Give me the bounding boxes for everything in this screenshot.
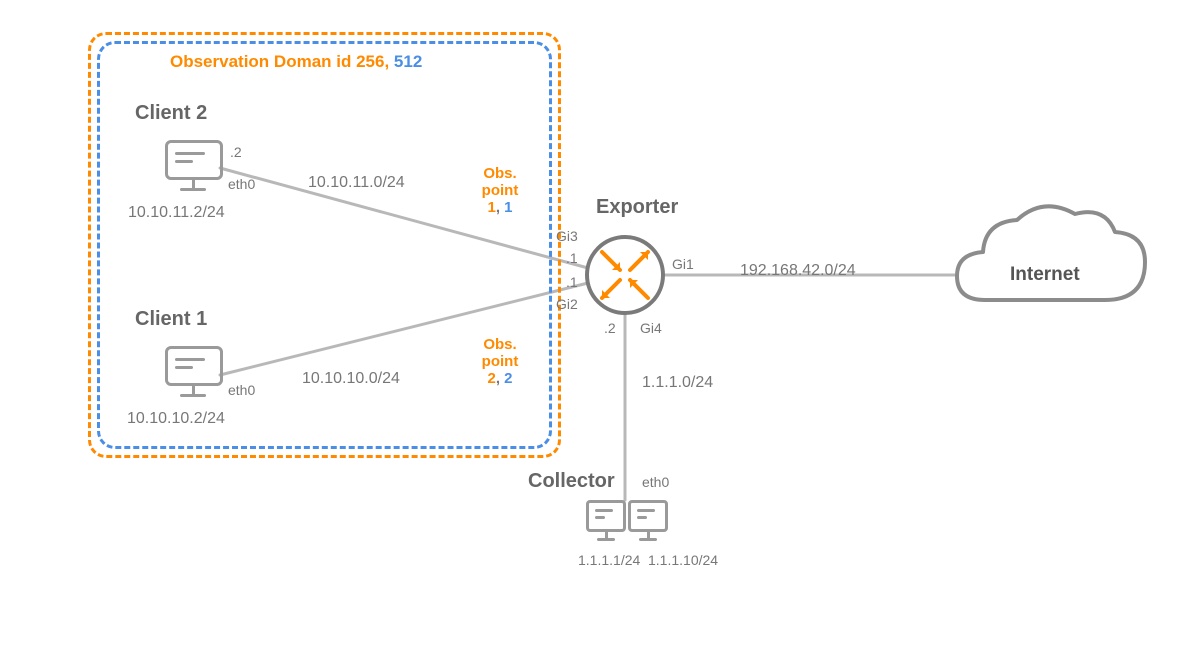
client1-iface: eth0 bbox=[228, 382, 255, 398]
obs2-l2: point bbox=[482, 353, 519, 370]
exporter-internet-subnet: 192.168.42.0/24 bbox=[740, 262, 856, 280]
collector-server-a-icon bbox=[586, 500, 626, 538]
client2-subnet: 10.10.11.0/24 bbox=[308, 174, 405, 192]
obs-point-2: Obs. point 2, 2 bbox=[470, 336, 530, 387]
client2-title: Client 2 bbox=[135, 102, 207, 125]
exporter-p1a: .1 bbox=[566, 250, 578, 266]
obs2-sep: , bbox=[496, 370, 504, 387]
exporter-gi4: Gi4 bbox=[640, 320, 662, 336]
exporter-gi3: Gi3 bbox=[556, 228, 578, 244]
client2-monitor-icon bbox=[165, 140, 221, 188]
exporter-gi2: Gi2 bbox=[556, 296, 578, 312]
router-icon bbox=[587, 237, 663, 313]
collector-server-b-icon bbox=[628, 500, 668, 538]
obs1-a: 1 bbox=[487, 199, 495, 216]
client1-subnet: 10.10.10.0/24 bbox=[302, 370, 400, 388]
obs1-l1: Obs. bbox=[483, 165, 516, 182]
obs-domain-label: Observation Doman id bbox=[170, 52, 356, 71]
client2-iface: eth0 bbox=[228, 176, 255, 192]
collector-iface: eth0 bbox=[642, 474, 669, 490]
obs-domain-id-a: 256 bbox=[356, 52, 384, 71]
collector-subnet: 1.1.1.0/24 bbox=[642, 374, 713, 392]
client2-host: .2 bbox=[230, 144, 242, 160]
exporter-p2: .2 bbox=[604, 320, 616, 336]
obs-domain-title: Observation Doman id 256, 512 bbox=[170, 52, 422, 72]
exporter-gi1: Gi1 bbox=[672, 256, 694, 272]
exporter-p1b: .1 bbox=[566, 274, 578, 290]
collector-title: Collector bbox=[528, 470, 615, 493]
collector-ip-a: 1.1.1.1/24 bbox=[578, 552, 640, 568]
exporter-title: Exporter bbox=[596, 196, 678, 219]
obs2-a: 2 bbox=[487, 370, 495, 387]
client2-ip: 10.10.11.2/24 bbox=[128, 204, 225, 222]
obs-domain-sep: , bbox=[384, 52, 393, 71]
obs1-b: 1 bbox=[504, 199, 512, 216]
client1-ip: 10.10.10.2/24 bbox=[127, 410, 225, 428]
obs-point-1: Obs. point 1, 1 bbox=[470, 165, 530, 216]
collector-ip-b: 1.1.1.10/24 bbox=[648, 552, 718, 568]
obs1-l2: point bbox=[482, 182, 519, 199]
obs2-l1: Obs. bbox=[483, 336, 516, 353]
obs-domain-id-b: 512 bbox=[394, 52, 422, 71]
obs1-sep: , bbox=[496, 199, 504, 216]
obs2-b: 2 bbox=[504, 370, 512, 387]
client1-title: Client 1 bbox=[135, 308, 207, 331]
client1-monitor-icon bbox=[165, 346, 221, 394]
internet-title: Internet bbox=[1010, 264, 1080, 286]
